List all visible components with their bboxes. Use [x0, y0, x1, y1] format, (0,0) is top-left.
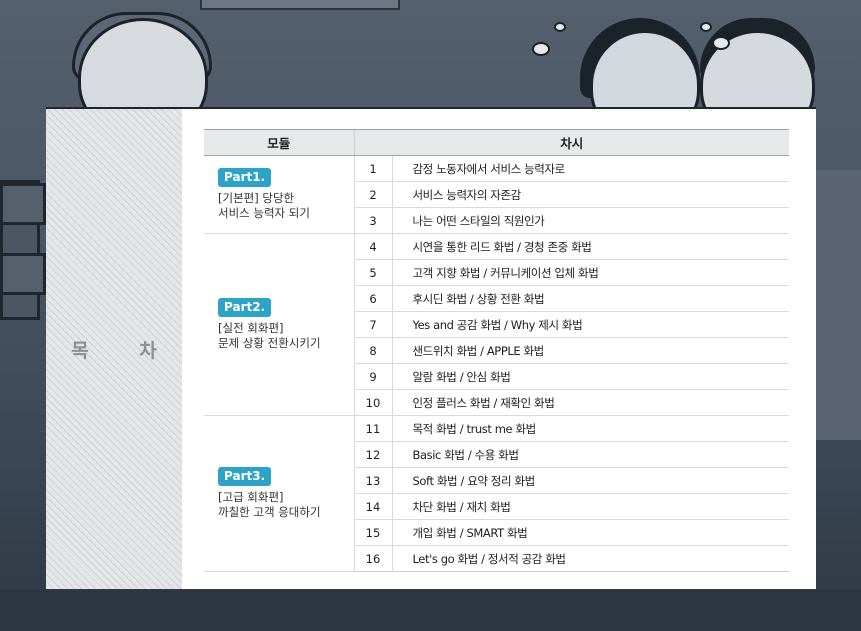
toc-title: 목 차 [71, 339, 179, 362]
session-title: 인정 플러스 화법 / 재확인 화법 [392, 389, 790, 416]
table-body: Part1. [기본편] 당당한 서비스 능력자 되기 1 감정 노동자에서 서비스 능… [204, 155, 790, 572]
curriculum-table: 모듈 차시 Part1. [기본편] 당당한 서비스 능력자 되기 1 감정 노동자에서… [204, 129, 790, 572]
steam-puff-icon [554, 22, 566, 32]
part-subtitle: [고급 회화편] [218, 490, 284, 504]
toc-content: 모듈 차시 Part1. [기본편] 당당한 서비스 능력자 되기 1 감정 노동자에서… [182, 109, 816, 589]
session-number: 9 [353, 363, 393, 390]
session-title: Yes and 공감 화법 / Why 제시 화법 [392, 311, 790, 338]
session-number: 15 [353, 519, 393, 546]
session-title: Let's go 화법 / 정서적 공감 화법 [392, 545, 790, 572]
toc-sidebar: 목 차 [46, 109, 182, 589]
table-row: Part1. [기본편] 당당한 서비스 능력자 되기 1 감정 노동자에서 서비스 능… [204, 155, 790, 234]
session-title: Basic 화법 / 수용 화법 [392, 441, 790, 468]
session-number: 7 [353, 311, 393, 338]
session-title: 차단 화법 / 재치 화법 [392, 493, 790, 520]
header-module: 모듈 [204, 129, 354, 156]
session-number: 13 [353, 467, 393, 494]
session-title: 샌드위치 화법 / APPLE 화법 [392, 337, 790, 364]
module-cell: Part2. [실전 회화편] 문제 상황 전환시키기 [204, 233, 354, 416]
session-number: 16 [353, 545, 393, 572]
session-number: 1 [353, 155, 393, 182]
session-number: 3 [353, 207, 393, 234]
background-shelf [200, 0, 400, 10]
part-subtitle: [실전 회화편] [218, 321, 284, 335]
session-number: 4 [353, 233, 393, 260]
session-number: 8 [353, 337, 393, 364]
session-title: 후시딘 화법 / 상황 전환 화법 [392, 285, 790, 312]
session-title: 목적 화법 / trust me 화법 [392, 415, 790, 442]
module-cell: Part3. [고급 회화편] 까칠한 고객 응대하기 [204, 415, 354, 572]
session-number: 6 [353, 285, 393, 312]
session-number: 14 [353, 493, 393, 520]
session-number: 2 [353, 181, 393, 208]
session-number: 10 [353, 389, 393, 416]
session-title: 알람 화법 / 안심 화법 [392, 363, 790, 390]
background-cabinet [0, 180, 46, 320]
module-cell: Part1. [기본편] 당당한 서비스 능력자 되기 [204, 155, 354, 234]
header-session: 차시 [353, 129, 790, 156]
table-row: Part2. [실전 회화편] 문제 상황 전환시키기 4 시연을 통한 리드 화법 /… [204, 233, 790, 416]
session-title: 개입 화법 / SMART 화법 [392, 519, 790, 546]
session-title: 시연을 통한 리드 화법 / 경청 존중 화법 [392, 233, 790, 260]
session-number: 12 [353, 441, 393, 468]
session-title: 감정 노동자에서 서비스 능력자로 [392, 155, 790, 182]
part-badge: Part1. [218, 168, 272, 187]
session-number: 5 [353, 259, 393, 286]
part-name: 까칠한 고객 응대하기 [218, 505, 321, 519]
session-number: 11 [353, 415, 393, 442]
session-title: 나는 어떤 스타일의 직원인가 [392, 207, 790, 234]
table-header-row: 모듈 차시 [204, 129, 790, 156]
steam-puff-icon [700, 22, 712, 32]
session-title: 고객 지향 화법 / 커뮤니케이션 입체 화법 [392, 259, 790, 286]
part-subtitle: [기본편] 당당한 [218, 191, 295, 205]
table-row: Part3. [고급 회화편] 까칠한 고객 응대하기 11 목적 화법 / trust… [204, 415, 790, 572]
part-name: 서비스 능력자 되기 [218, 206, 310, 220]
steam-puff-icon [532, 42, 550, 56]
background-floor [0, 590, 861, 631]
session-title: Soft 화법 / 요약 정리 화법 [392, 467, 790, 494]
toc-panel: 목 차 모듈 차시 Part1. [기본편] 당당한 서비스 능력자 되기 1 감정 노… [46, 107, 816, 589]
part-badge: Part2. [218, 298, 272, 317]
session-title: 서비스 능력자의 자존감 [392, 181, 790, 208]
part-name: 문제 상황 전환시키기 [218, 336, 321, 350]
steam-puff-icon [712, 36, 730, 50]
part-badge: Part3. [218, 467, 272, 486]
